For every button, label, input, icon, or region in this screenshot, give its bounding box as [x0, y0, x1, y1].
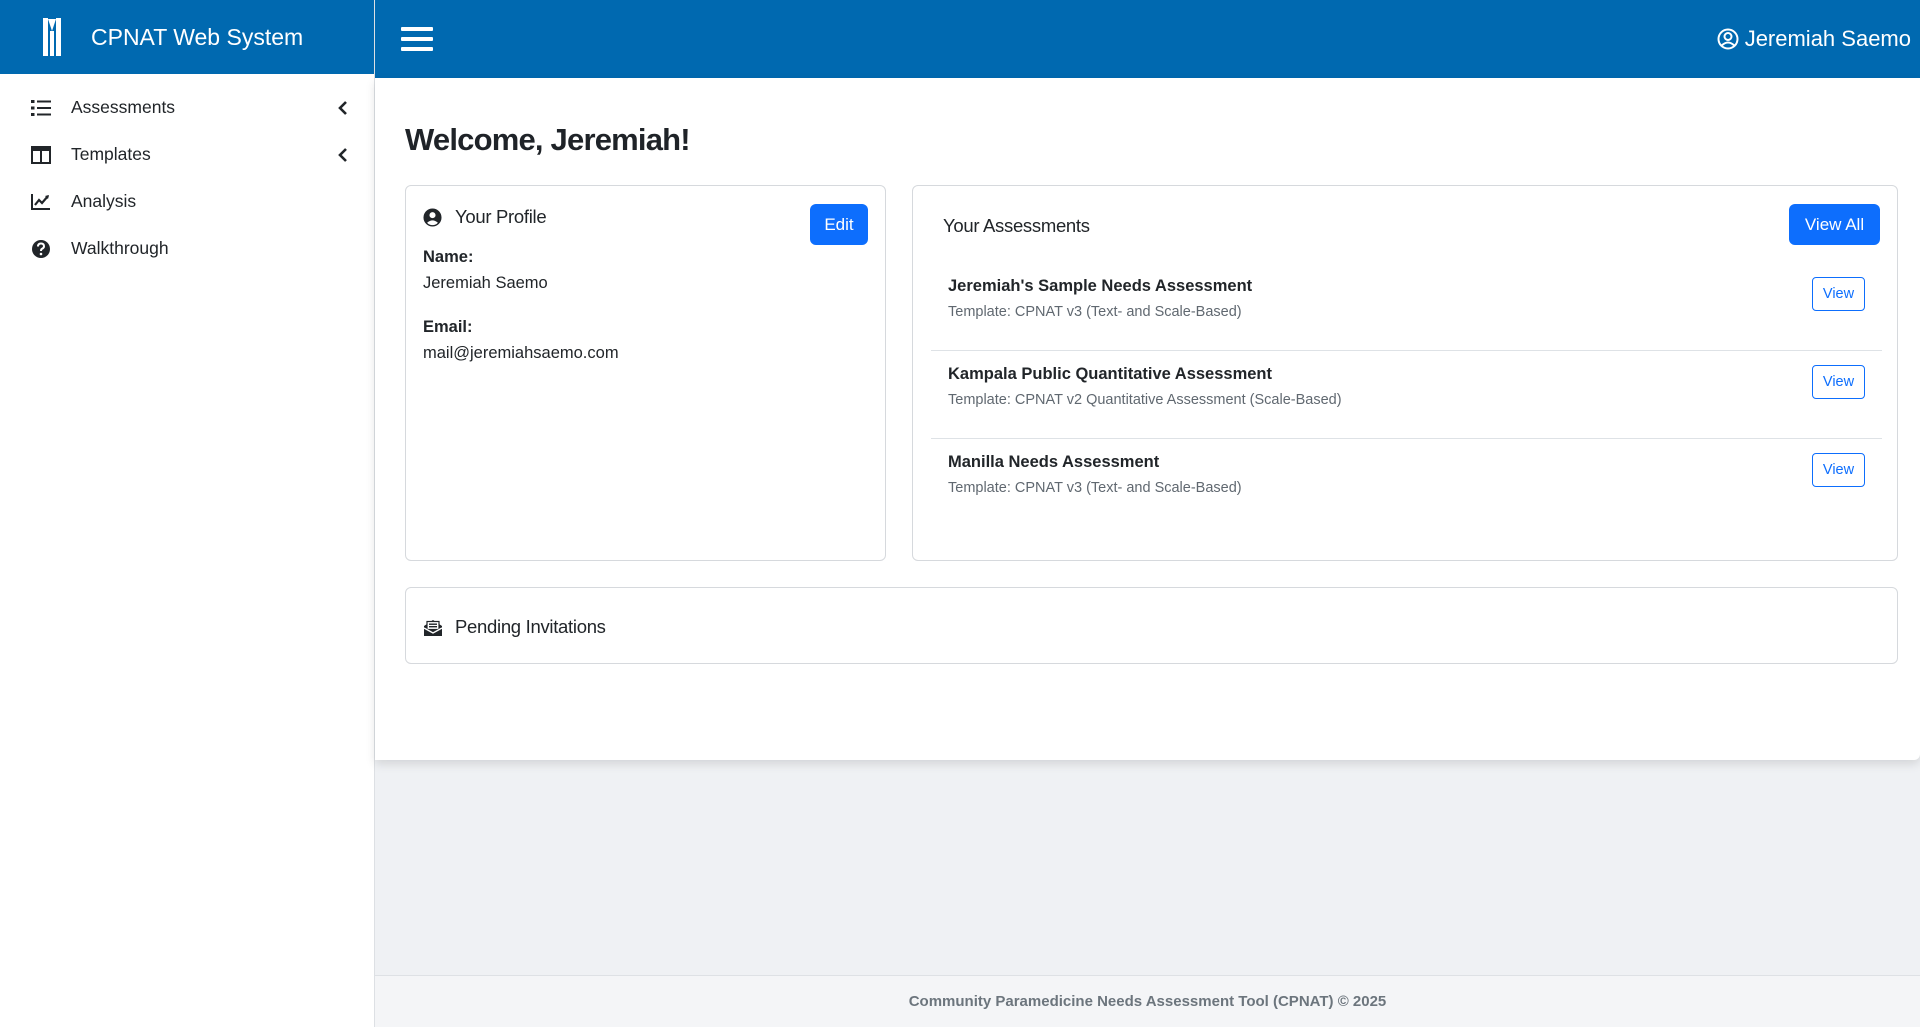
- assessment-title: Kampala Public Quantitative Assessment: [948, 365, 1272, 383]
- list-item: Manilla Needs Assessment Template: CPNAT…: [931, 439, 1882, 527]
- main-content: Welcome, Jeremiah! Your Profile Edit Nam…: [375, 78, 1920, 760]
- brand-title: CPNAT Web System: [91, 23, 304, 50]
- hamburger-icon[interactable]: [401, 25, 433, 53]
- sidebar-item-label: Assessments: [71, 97, 176, 117]
- columns-icon: [30, 144, 52, 166]
- view-assessment-button[interactable]: View: [1812, 277, 1865, 311]
- profile-title-text: Your Profile: [455, 206, 547, 227]
- profile-card-title: Your Profile: [423, 206, 547, 228]
- user-menu[interactable]: Jeremiah Saemo: [1717, 26, 1911, 52]
- sidebar-item-label: Walkthrough: [71, 238, 169, 258]
- footer: Community Paramedicine Needs Assessment …: [375, 975, 1920, 1027]
- chevron-left-icon: [336, 147, 350, 162]
- invitations-card: Pending Invitations: [405, 587, 1898, 664]
- assessment-list: Jeremiah's Sample Needs Assessment Templ…: [931, 263, 1882, 527]
- invitations-card-title: Pending Invitations: [423, 616, 606, 638]
- cpnat-logo-icon: [40, 17, 64, 57]
- user-circle-icon: [1717, 27, 1741, 51]
- sidebar-item-walkthrough[interactable]: Walkthrough: [0, 225, 374, 272]
- email-label: Email:: [423, 318, 473, 336]
- assessments-title-text: Your Assessments: [943, 215, 1090, 236]
- sidebar: CPNAT Web System Assessments Templates A…: [0, 0, 375, 1027]
- name-label: Name:: [423, 248, 474, 266]
- brand[interactable]: CPNAT Web System: [0, 0, 374, 74]
- user-circle-icon: [423, 207, 443, 227]
- email-value: mail@jeremiahsaemo.com: [423, 344, 619, 362]
- sidebar-item-assessments[interactable]: Assessments: [0, 84, 374, 131]
- chart-line-icon: [30, 191, 52, 213]
- sidebar-item-templates[interactable]: Templates: [0, 131, 374, 178]
- sidebar-item-analysis[interactable]: Analysis: [0, 178, 374, 225]
- list-icon: [30, 97, 52, 119]
- view-all-button[interactable]: View All: [1789, 204, 1880, 245]
- sidebar-nav: Assessments Templates Analysis Walkthrou…: [0, 74, 374, 272]
- user-name: Jeremiah Saemo: [1744, 26, 1911, 51]
- assessments-card: Your Assessments View All Jeremiah's Sam…: [912, 185, 1898, 561]
- chevron-left-icon: [336, 100, 350, 115]
- footer-text: Community Paramedicine Needs Assessment …: [908, 993, 1387, 1010]
- view-assessment-button[interactable]: View: [1812, 365, 1865, 399]
- assessment-title: Manilla Needs Assessment: [948, 453, 1160, 471]
- question-circle-icon: [30, 238, 52, 260]
- name-value: Jeremiah Saemo: [423, 274, 548, 292]
- assessment-template: Template: CPNAT v2 Quantitative Assessme…: [948, 392, 1342, 408]
- profile-card: Your Profile Edit Name: Jeremiah Saemo E…: [405, 185, 886, 561]
- list-item: Kampala Public Quantitative Assessment T…: [931, 351, 1882, 439]
- assessments-card-title: Your Assessments: [943, 215, 1090, 237]
- assessment-template: Template: CPNAT v3 (Text- and Scale-Base…: [948, 304, 1242, 320]
- invitations-title-text: Pending Invitations: [455, 616, 606, 637]
- assessment-title: Jeremiah's Sample Needs Assessment: [948, 277, 1253, 295]
- page-title: Welcome, Jeremiah!: [405, 122, 691, 157]
- top-navbar: Jeremiah Saemo: [375, 0, 1920, 78]
- sidebar-item-label: Templates: [71, 144, 151, 164]
- sidebar-item-label: Analysis: [71, 191, 137, 211]
- envelope-open-icon: [423, 617, 443, 637]
- list-item: Jeremiah's Sample Needs Assessment Templ…: [931, 263, 1882, 351]
- view-assessment-button[interactable]: View: [1812, 453, 1865, 487]
- edit-profile-button[interactable]: Edit: [810, 204, 868, 245]
- assessment-template: Template: CPNAT v3 (Text- and Scale-Base…: [948, 480, 1242, 496]
